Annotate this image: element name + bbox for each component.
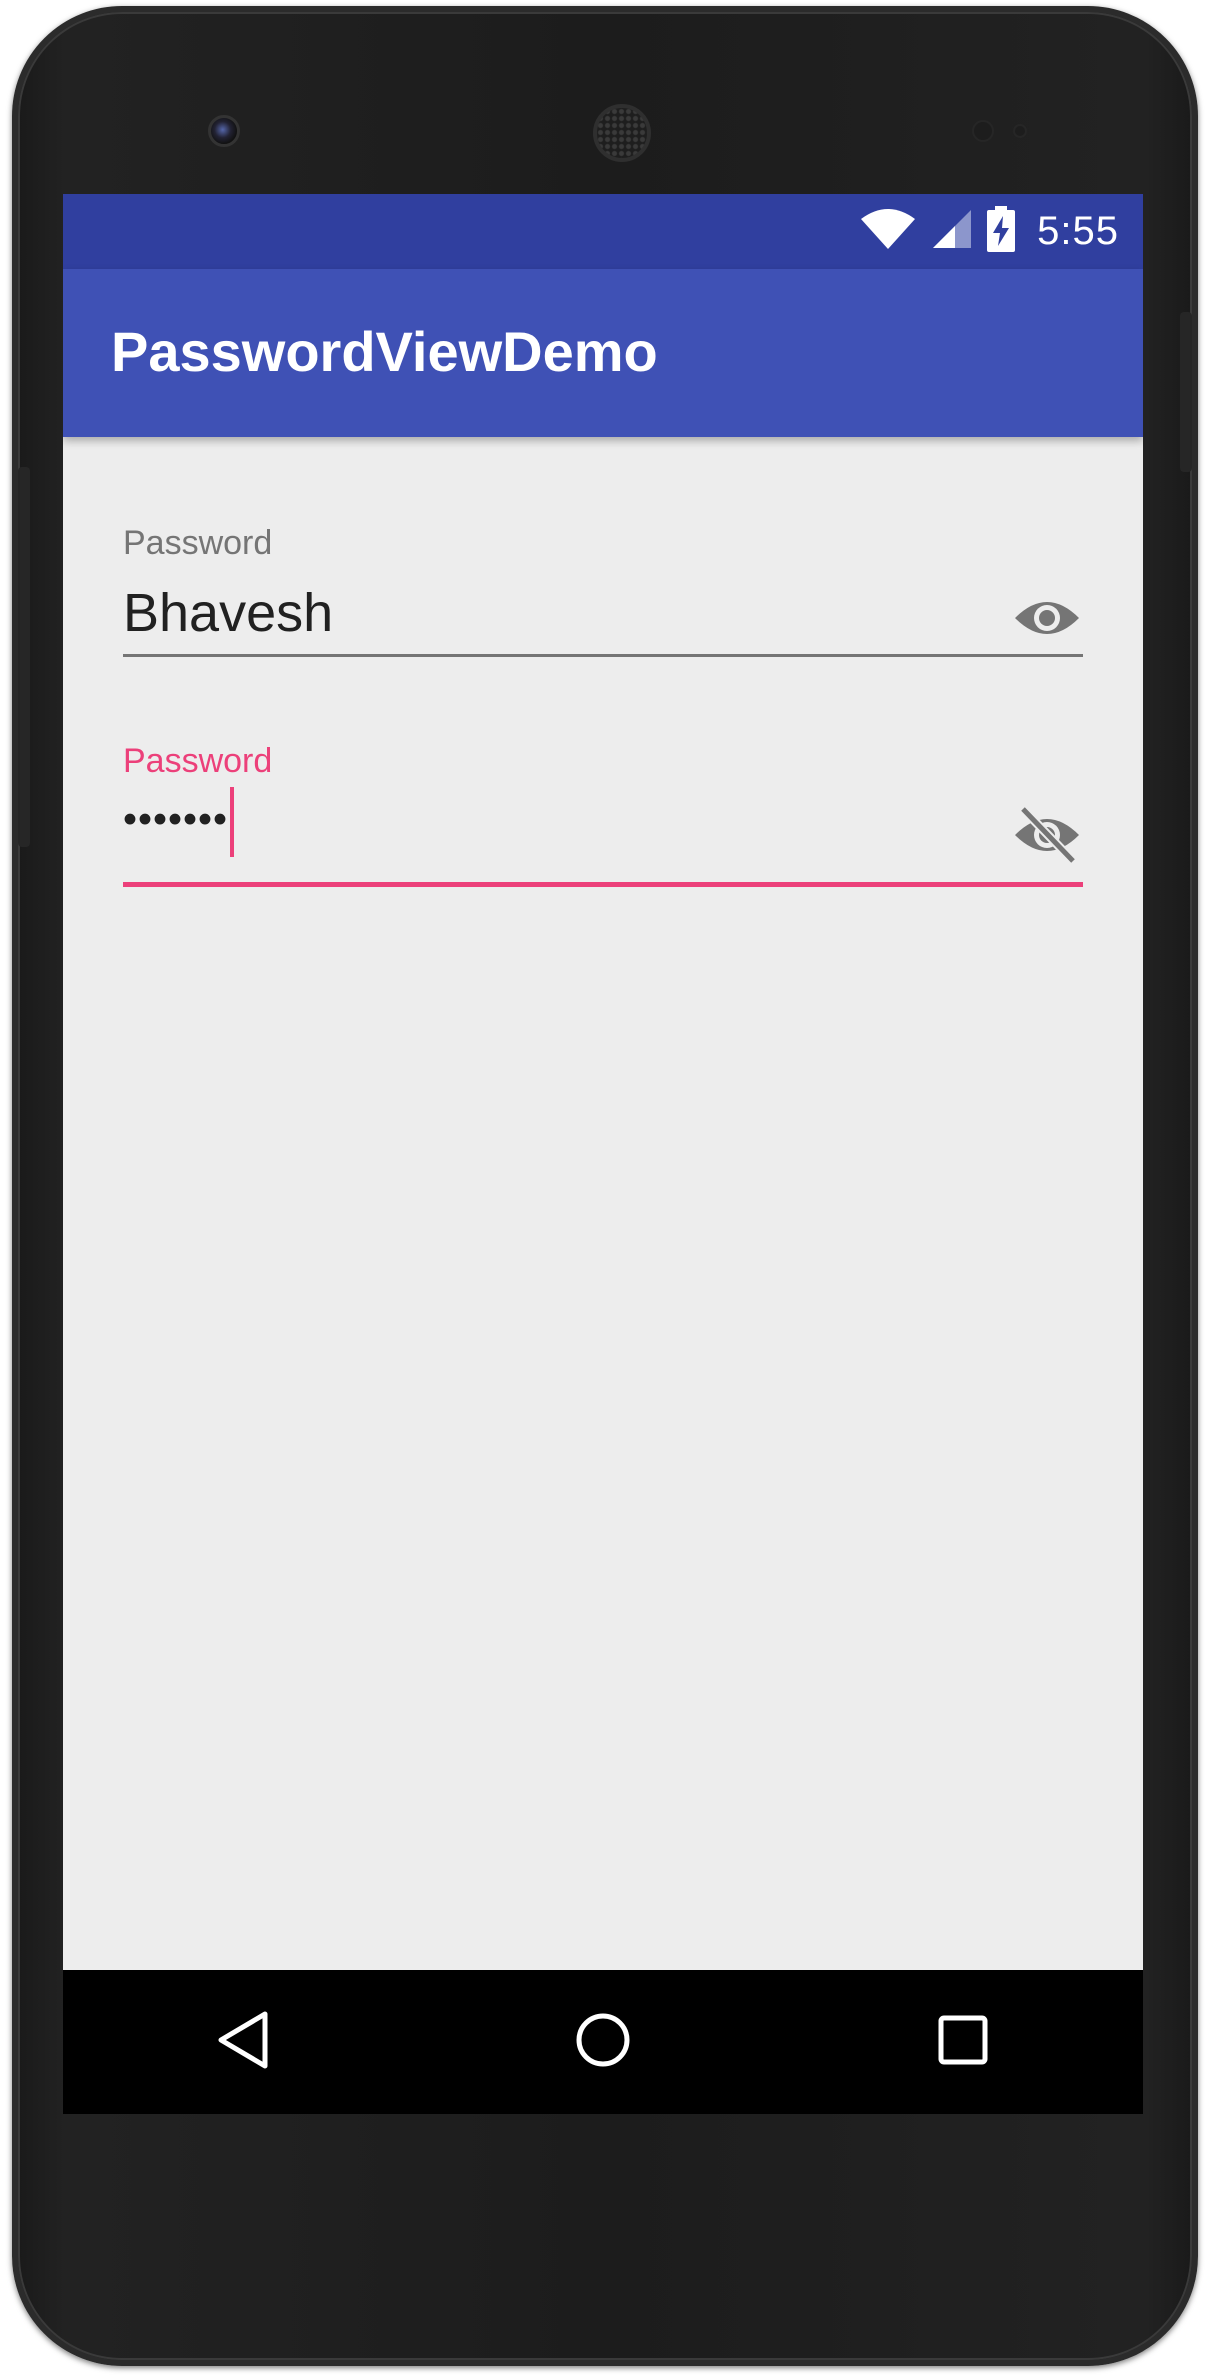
app-bar: PasswordViewDemo bbox=[63, 269, 1143, 437]
password-field-label: Password bbox=[123, 524, 273, 562]
back-button[interactable] bbox=[183, 1982, 303, 2102]
proximity-sensor bbox=[972, 120, 994, 142]
password-field-underline-focused bbox=[123, 882, 1083, 887]
text-cursor bbox=[230, 787, 235, 857]
home-button[interactable] bbox=[543, 1982, 663, 2102]
status-icons: 5:55 bbox=[859, 194, 1119, 269]
password-field-visible: Password Bhavesh bbox=[123, 524, 1083, 674]
phone-side-button-left bbox=[18, 467, 30, 847]
app-title: PasswordViewDemo bbox=[111, 320, 658, 383]
recents-icon bbox=[937, 2014, 989, 2071]
masked-password-text: ••••••• bbox=[123, 797, 229, 842]
back-icon bbox=[215, 2010, 271, 2075]
status-time: 5:55 bbox=[1037, 209, 1119, 253]
password-field-underline bbox=[123, 654, 1083, 657]
password-input[interactable]: Bhavesh bbox=[123, 582, 333, 644]
phone-side-button-right bbox=[1180, 312, 1192, 472]
password-field-hidden: Password ••••••• bbox=[123, 742, 1083, 892]
eye-off-icon[interactable] bbox=[1011, 805, 1083, 865]
home-icon bbox=[575, 2012, 631, 2073]
eye-icon[interactable] bbox=[1011, 590, 1083, 646]
earpiece-speaker bbox=[593, 104, 651, 162]
navigation-bar bbox=[63, 1970, 1143, 2114]
password-field-label: Password bbox=[123, 742, 273, 780]
front-camera bbox=[208, 115, 240, 147]
light-sensor bbox=[1013, 124, 1027, 138]
wifi-icon bbox=[859, 207, 917, 256]
cell-signal-icon bbox=[931, 208, 973, 255]
screen: 5:55 PasswordViewDemo Password Bhavesh P… bbox=[63, 194, 1143, 2114]
recents-button[interactable] bbox=[903, 1982, 1023, 2102]
battery-charging-icon bbox=[987, 206, 1016, 257]
password-input[interactable]: ••••••• bbox=[123, 787, 235, 857]
status-bar: 5:55 bbox=[63, 194, 1143, 269]
